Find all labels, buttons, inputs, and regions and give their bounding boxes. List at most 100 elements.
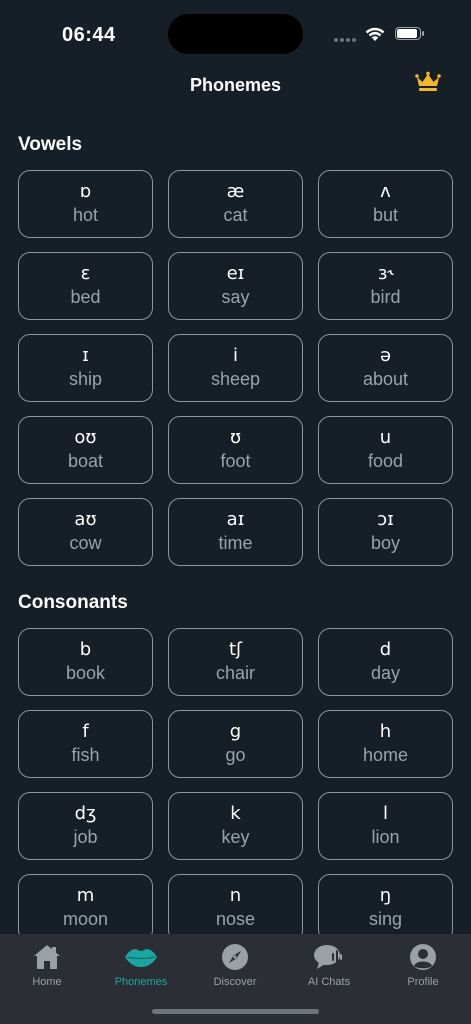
phoneme-symbol: ə — [379, 345, 392, 366]
phoneme-card-foot[interactable]: ʊ foot — [168, 416, 303, 484]
phoneme-symbol: eɪ — [226, 263, 245, 284]
phoneme-example-word: time — [218, 533, 253, 553]
phoneme-symbol: f — [82, 721, 89, 742]
lips-icon — [124, 942, 158, 972]
phoneme-card-chair[interactable]: tʃ chair — [168, 628, 303, 696]
phoneme-card-book[interactable]: b book — [18, 628, 153, 696]
phoneme-symbol: ɔɪ — [377, 509, 394, 530]
home-indicator — [152, 1009, 319, 1014]
consonants-section-title: Consonants — [18, 592, 128, 613]
phoneme-symbol: n — [229, 885, 242, 906]
phoneme-card-fish[interactable]: f fish — [18, 710, 153, 778]
phoneme-example-word: hot — [72, 205, 99, 225]
home-icon — [32, 942, 62, 972]
tab-discover-label: Discover — [213, 976, 257, 988]
phoneme-card-sheep[interactable]: i sheep — [168, 334, 303, 402]
phoneme-example-word: key — [221, 827, 250, 847]
phoneme-example-word: moon — [62, 909, 109, 929]
phoneme-card-cat[interactable]: æ cat — [168, 170, 303, 238]
tab-home[interactable]: Home — [0, 942, 94, 988]
phoneme-example-word: say — [221, 287, 250, 307]
phoneme-example-word: boy — [370, 533, 401, 553]
phoneme-symbol: u — [379, 427, 392, 448]
phoneme-symbol: ŋ — [379, 885, 392, 906]
phoneme-card-bed[interactable]: ɛ bed — [18, 252, 153, 320]
phoneme-card-time[interactable]: aɪ time — [168, 498, 303, 566]
phoneme-symbol: ɛ — [80, 263, 91, 284]
phoneme-card-ship[interactable]: ɪ ship — [18, 334, 153, 402]
phoneme-example-word: job — [73, 827, 98, 847]
phoneme-card-boat[interactable]: oʊ boat — [18, 416, 153, 484]
tab-profile[interactable]: Profile — [376, 942, 470, 988]
phoneme-symbol: l — [382, 803, 388, 824]
vowels-grid: ɒ hot æ cat ʌ but ɛ bed eɪ say ɜ˞ bird ɪ ship i sheep ə a… — [18, 170, 471, 566]
nav-header: Phonemes — [0, 60, 471, 110]
phoneme-symbol: æ — [226, 181, 245, 202]
phoneme-symbol: ɪ — [82, 345, 89, 366]
profile-icon — [409, 942, 437, 972]
phoneme-card-hot[interactable]: ɒ hot — [18, 170, 153, 238]
phoneme-symbol: dʒ — [74, 803, 97, 824]
phoneme-card-cow[interactable]: aʊ cow — [18, 498, 153, 566]
status-time: 06:44 — [62, 24, 116, 46]
tab-profile-label: Profile — [407, 976, 439, 988]
phoneme-example-word: fish — [71, 745, 100, 765]
phoneme-example-word: go — [225, 745, 246, 765]
tab-ai-chats[interactable]: AI Chats — [282, 942, 376, 988]
phoneme-card-but[interactable]: ʌ but — [318, 170, 453, 238]
phoneme-card-moon[interactable]: m moon — [18, 874, 153, 934]
chat-icon — [313, 942, 345, 972]
phoneme-symbol: aɪ — [226, 509, 245, 530]
phoneme-symbol: tʃ — [228, 639, 243, 660]
phoneme-card-go[interactable]: g go — [168, 710, 303, 778]
phoneme-symbol: i — [232, 345, 238, 366]
phoneme-list[interactable]: Vowels ɒ hot æ cat ʌ but ɛ bed eɪ say ɜ˞ bird ɪ ship i… — [0, 118, 471, 934]
status-bar: 06:44 — [0, 0, 471, 60]
phoneme-symbol: ɒ — [79, 181, 92, 202]
phoneme-example-word: foot — [220, 451, 251, 471]
compass-icon — [221, 942, 249, 972]
phoneme-card-bird[interactable]: ɜ˞ bird — [318, 252, 453, 320]
phoneme-symbol: oʊ — [74, 427, 97, 448]
phoneme-symbol: aʊ — [74, 509, 97, 530]
phoneme-example-word: bed — [70, 287, 101, 307]
phoneme-card-lion[interactable]: l lion — [318, 792, 453, 860]
phoneme-example-word: but — [372, 205, 399, 225]
phoneme-card-key[interactable]: k key — [168, 792, 303, 860]
phoneme-symbol: ʌ — [380, 181, 391, 202]
phoneme-example-word: bird — [370, 287, 401, 307]
phoneme-symbol: ʊ — [229, 427, 242, 448]
phoneme-symbol: k — [230, 803, 241, 824]
phoneme-example-word: lion — [371, 827, 400, 847]
phoneme-example-word: ship — [68, 369, 103, 389]
phoneme-symbol: m — [76, 885, 95, 906]
phoneme-card-sing[interactable]: ŋ sing — [318, 874, 453, 934]
phoneme-example-word: nose — [215, 909, 256, 929]
cellular-signal-icon — [334, 38, 356, 42]
phoneme-card-nose[interactable]: n nose — [168, 874, 303, 934]
phoneme-example-word: sheep — [210, 369, 261, 389]
phoneme-example-word: cow — [69, 533, 102, 553]
tab-phonemes[interactable]: Phonemes — [94, 942, 188, 988]
phoneme-example-word: boat — [67, 451, 104, 471]
phoneme-symbol: b — [79, 639, 92, 660]
phoneme-symbol: h — [379, 721, 392, 742]
tab-discover[interactable]: Discover — [188, 942, 282, 988]
phoneme-card-food[interactable]: u food — [318, 416, 453, 484]
tab-ai-chats-label: AI Chats — [307, 976, 351, 988]
phoneme-example-word: sing — [368, 909, 403, 929]
wifi-icon — [365, 27, 385, 41]
phoneme-card-day[interactable]: d day — [318, 628, 453, 696]
phoneme-card-about[interactable]: ə about — [318, 334, 453, 402]
phoneme-card-job[interactable]: dʒ job — [18, 792, 153, 860]
tab-home-label: Home — [32, 976, 62, 988]
phoneme-example-word: book — [65, 663, 106, 683]
phoneme-example-word: about — [362, 369, 409, 389]
phoneme-card-boy[interactable]: ɔɪ boy — [318, 498, 453, 566]
tab-phonemes-label: Phonemes — [114, 976, 168, 988]
phoneme-card-home[interactable]: h home — [318, 710, 453, 778]
crown-icon[interactable] — [415, 71, 441, 93]
battery-icon — [395, 27, 425, 42]
phoneme-card-say[interactable]: eɪ say — [168, 252, 303, 320]
phoneme-example-word: day — [370, 663, 401, 683]
